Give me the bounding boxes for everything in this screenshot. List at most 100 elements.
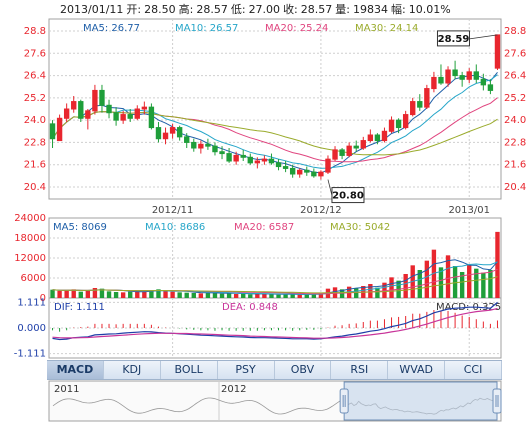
candle-body xyxy=(247,156,253,164)
price-tick-right: 21.6 xyxy=(504,160,526,171)
price-ma10-line xyxy=(52,74,498,169)
indicator-tabs: MACD KDJ BOLL PSY OBV RSI WVAD CCI xyxy=(47,360,502,380)
macd-dea-label: DEA: 0.848 xyxy=(222,302,278,313)
navigator-year-label: 2011 xyxy=(54,384,79,395)
price-ma-label: MA20: 25.24 xyxy=(265,23,328,34)
volume-bar xyxy=(198,293,204,298)
candle-body xyxy=(191,141,197,149)
candle-body xyxy=(219,151,225,155)
candle-body xyxy=(388,119,395,132)
price-tick-left: 21.6 xyxy=(24,160,46,171)
volume-ma-label: MA20: 6587 xyxy=(234,222,294,233)
price-tick-right: 26.4 xyxy=(504,71,526,82)
volume-bar xyxy=(354,288,359,298)
volume-bar xyxy=(163,290,168,298)
volume-bar xyxy=(424,260,430,298)
candle-body xyxy=(240,154,246,158)
tab-kdj[interactable]: KDJ xyxy=(103,361,161,379)
volume-bar xyxy=(445,255,451,298)
candle-body xyxy=(402,114,409,129)
price-tick-right: 27.6 xyxy=(504,48,526,59)
volume-tick: 18000 xyxy=(14,233,46,244)
candle-body xyxy=(184,136,190,143)
volume-bar xyxy=(495,231,500,298)
tab-wvad[interactable]: WVAD xyxy=(388,361,446,379)
tab-cci[interactable]: CCI xyxy=(445,361,502,379)
volume-bar xyxy=(248,294,253,298)
candle-body xyxy=(254,160,261,164)
price-ma-label: MA10: 26.57 xyxy=(175,23,238,34)
price-tick-left: 20.4 xyxy=(24,182,46,193)
volume-bar xyxy=(113,292,119,298)
volume-bar xyxy=(128,291,133,298)
candle-body xyxy=(374,134,381,142)
candle-body xyxy=(367,134,374,142)
price-ma20-line xyxy=(52,97,498,163)
tab-macd[interactable]: MACD xyxy=(47,361,104,379)
candle-body xyxy=(71,101,77,110)
candle-body xyxy=(212,145,218,153)
candle-body xyxy=(325,158,331,173)
candle-body xyxy=(63,108,70,119)
volume-bar xyxy=(269,294,274,298)
candle-body xyxy=(155,127,162,140)
volume-ma-label: MA30: 5042 xyxy=(330,222,390,233)
volume-bar xyxy=(191,293,196,298)
macd-dif-label: DIF: 1.111 xyxy=(54,302,105,313)
candle-body xyxy=(339,149,345,156)
volume-ma-label: MA10: 8686 xyxy=(145,222,205,233)
price-tick-left: 26.4 xyxy=(24,71,46,82)
navigator-handle[interactable] xyxy=(339,388,349,414)
candle-body xyxy=(410,101,416,116)
candle-body xyxy=(226,153,232,162)
price-tick-left: 24.0 xyxy=(24,115,46,126)
candle-body xyxy=(494,34,501,69)
candle-body xyxy=(268,158,275,164)
price-ma30-line xyxy=(52,111,498,156)
candle-body xyxy=(459,75,465,80)
candle-body xyxy=(360,140,366,149)
candle-body xyxy=(311,171,317,177)
annotation-label: 20.80 xyxy=(332,191,364,202)
volume-bar xyxy=(488,270,493,298)
candle-body xyxy=(275,162,282,168)
volume-bar xyxy=(205,292,211,298)
tab-psy[interactable]: PSY xyxy=(217,361,275,379)
tab-obv[interactable]: OBV xyxy=(274,361,332,379)
volume-ma-label: MA5: 8069 xyxy=(53,222,107,233)
candle-body xyxy=(205,143,211,147)
price-tick-left: 22.8 xyxy=(24,137,46,148)
navigator-handle[interactable] xyxy=(492,388,502,414)
candle-body xyxy=(261,158,268,162)
volume-bar xyxy=(255,294,260,298)
candle-body xyxy=(353,145,359,149)
price-panel-frame xyxy=(48,18,502,200)
candle-body xyxy=(162,132,169,140)
volume-ma30-line xyxy=(52,276,498,294)
volume-bar xyxy=(142,291,147,298)
volume-tick: 6000 xyxy=(21,273,46,284)
candle-body xyxy=(466,71,472,80)
candle-body xyxy=(92,89,98,112)
candle-body xyxy=(304,169,310,173)
volume-bar xyxy=(50,289,55,298)
navigator-handle-grip xyxy=(339,388,349,414)
navigator-year-label: 2012 xyxy=(221,384,246,395)
volume-bar xyxy=(481,272,486,298)
candle-body xyxy=(127,114,133,119)
volume-bar xyxy=(389,277,394,298)
candle-body xyxy=(473,71,479,80)
price-tick-right: 24.0 xyxy=(504,115,526,126)
price-ma-label: MA30: 24.14 xyxy=(355,23,418,34)
annotation-label: 28.59 xyxy=(438,34,470,45)
candle-body xyxy=(56,117,63,142)
date-tick-label: 2012/11 xyxy=(152,205,194,216)
volume-bar xyxy=(106,291,112,298)
annotation-leader xyxy=(469,34,498,40)
tab-boll[interactable]: BOLL xyxy=(160,361,218,379)
volume-bar xyxy=(212,293,218,298)
volume-bar xyxy=(120,292,126,298)
candle-body xyxy=(480,78,487,86)
tab-rsi[interactable]: RSI xyxy=(331,361,389,379)
candle-body xyxy=(332,149,338,160)
